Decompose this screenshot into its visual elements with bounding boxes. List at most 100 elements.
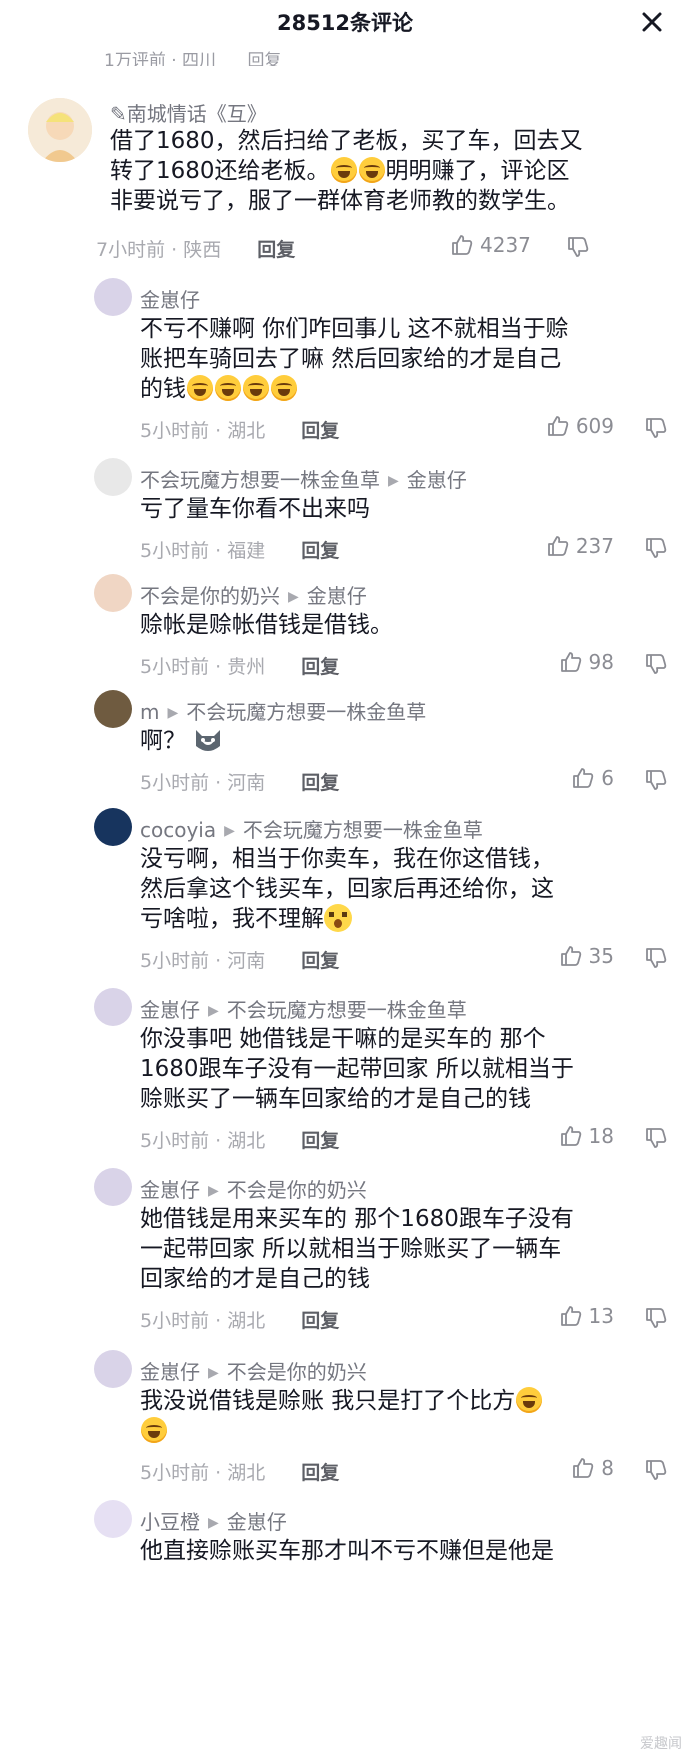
thumb-up-icon [547,416,569,436]
avatar[interactable] [94,458,132,496]
dislike-button[interactable] [644,768,668,796]
reply-username[interactable]: 金崽仔 [140,288,200,312]
avatar[interactable] [94,808,132,846]
thumb-down-icon [646,538,667,558]
reply-target-username[interactable]: 不会玩魔方想要一株金鱼草 [243,818,483,842]
reply-username[interactable]: 不会玩魔方想要一株金鱼草 [140,468,380,492]
avatar[interactable] [28,98,92,162]
comment-meta: 7小时前 · 陕西 回复 [96,239,296,261]
laugh-cry-emoji [358,157,385,183]
close-icon[interactable] [638,8,666,36]
previous-comment-reply[interactable]: 回复 [247,51,281,66]
like-count: 6 [601,766,614,790]
previous-comment-meta: 1万评前 · 四川 回复 [104,46,664,66]
laugh-cry-emoji [243,375,269,401]
dislike-button[interactable] [644,1306,668,1334]
like-button[interactable]: 98 [559,650,614,674]
like-button[interactable]: 13 [559,1304,614,1328]
reply-button[interactable]: 回复 [301,950,339,972]
reply-username-line: 金崽仔 ▶ 不会玩魔方想要一株金鱼草 [140,994,467,1023]
avatar[interactable] [94,1350,132,1388]
surprised-emoji [324,904,352,932]
reply-username-line: cocoyia ▶ 不会玩魔方想要一株金鱼草 [140,814,483,843]
reply-arrow-icon: ▶ [208,1365,219,1381]
reply-text: 啊？ [140,726,670,756]
dislike-button[interactable] [644,536,668,564]
reply-button[interactable]: 回复 [301,772,339,794]
like-button[interactable]: 6 [571,766,614,790]
reply-button[interactable]: 回复 [301,540,339,562]
reply-button[interactable]: 回复 [301,420,339,442]
reply-username[interactable]: cocoyia [140,818,216,842]
reply-target-username[interactable]: 金崽仔 [407,468,467,492]
like-button[interactable]: 609 [546,414,614,438]
reply-meta: 5小时前 · 湖北 回复 [140,1462,340,1484]
reply-arrow-icon: ▶ [208,1515,219,1531]
reply-button[interactable]: 回复 [301,1462,339,1484]
thumb-up-icon [573,768,594,788]
reply-target-username[interactable]: 不会是你的奶兴 [227,1178,367,1202]
reply-meta: 5小时前 · 湖北 回复 [140,420,340,442]
reply-text: 你没事吧 她借钱是干嘛的是买车的 那个 1680跟车子没有一起带回家 所以就相当于… [140,1026,574,1112]
like-button[interactable]: 35 [559,944,614,968]
reply-username[interactable]: 金崽仔 [140,1178,200,1202]
thumb-up-icon [560,1126,581,1146]
comment-panel-header: 28512条评论 [0,0,690,44]
dislike-button[interactable] [644,652,668,680]
laugh-cry-emoji [516,1387,543,1413]
reply-text: 她借钱是用来买车的 那个1680跟车子没有 一起带回家 所以就相当于赊账买了一辆车… [140,1206,574,1292]
like-count: 13 [588,1304,614,1328]
thumb-up-icon [560,1306,581,1326]
dislike-button[interactable] [644,946,668,974]
reply-button[interactable]: 回复 [301,1130,339,1152]
thumb-up-icon [560,652,581,672]
dislike-button[interactable] [644,1458,668,1486]
reply-username-line: 不会是你的奶兴 ▶ 金崽仔 [140,580,367,609]
like-count: 98 [588,650,614,674]
avatar[interactable] [94,574,132,612]
reply-username[interactable]: 不会是你的奶兴 [140,584,280,608]
reply-button[interactable]: 回复 [257,239,295,261]
previous-comment-time: 1万评前 · 四川 [104,51,217,66]
avatar[interactable] [94,1500,132,1538]
reply-username[interactable]: m [140,700,159,724]
reply-button[interactable]: 回复 [301,656,339,678]
comment-text: 借了1680，然后扫给了老板，买了车，回去又 转了1680还给老板。 明明赚了，评… [110,128,583,214]
laugh-cry-emoji [215,375,241,401]
comment-username[interactable]: ✎南城情话《互》 [110,98,267,127]
comment-item: ✎南城情话《互》 借了1680，然后扫给了老板，买了车，回去又 转了1680还给… [0,98,690,268]
avatar[interactable] [94,690,132,728]
reply-username-line: 小豆橙 ▶ 金崽仔 [140,1506,287,1535]
reply-username-line: m ▶ 不会玩魔方想要一株金鱼草 [140,696,426,725]
reply-button[interactable]: 回复 [301,1310,339,1332]
reply-target-username[interactable]: 不会是你的奶兴 [227,1360,367,1384]
reply-username-line: 金崽仔 ▶ 不会是你的奶兴 [140,1174,367,1203]
avatar[interactable] [94,1168,132,1206]
reply-meta: 5小时前 · 贵州 回复 [140,656,340,678]
reply-arrow-icon: ▶ [208,1003,219,1019]
reply-meta: 5小时前 · 河南 回复 [140,772,340,794]
like-count: 8 [601,1456,614,1480]
like-button[interactable]: 18 [559,1124,614,1148]
dislike-button[interactable] [644,1126,668,1154]
reply-meta: 5小时前 · 河南 回复 [140,950,340,972]
thumb-down-icon [568,237,589,257]
avatar[interactable] [94,988,132,1026]
like-count: 4237 [480,233,531,257]
reply-target-username[interactable]: 不会玩魔方想要一株金鱼草 [227,998,467,1022]
like-button[interactable]: 4237 [450,233,531,257]
like-button[interactable]: 8 [571,1456,614,1480]
reply-text: 不亏不赚啊 你们咋回事儿 这不就相当于赊 账把车骑回去了嘛 然后回家给的才是自己的… [140,316,569,402]
like-count: 237 [575,534,614,558]
dislike-button[interactable] [644,416,668,444]
avatar[interactable] [94,278,132,316]
reply-target-username[interactable]: 金崽仔 [227,1510,287,1534]
like-button[interactable]: 237 [546,534,614,558]
reply-username[interactable]: 金崽仔 [140,998,200,1022]
reply-text: 没亏啊，相当于你卖车，我在你这借钱， 然后拿这个钱买车，回家后再还给你，这 亏啥啦，… [140,846,554,932]
reply-target-username[interactable]: 不会玩魔方想要一株金鱼草 [186,700,426,724]
reply-username[interactable]: 金崽仔 [140,1360,200,1384]
dislike-button[interactable] [566,235,590,263]
reply-username[interactable]: 小豆橙 [140,1510,200,1534]
reply-target-username[interactable]: 金崽仔 [307,584,367,608]
